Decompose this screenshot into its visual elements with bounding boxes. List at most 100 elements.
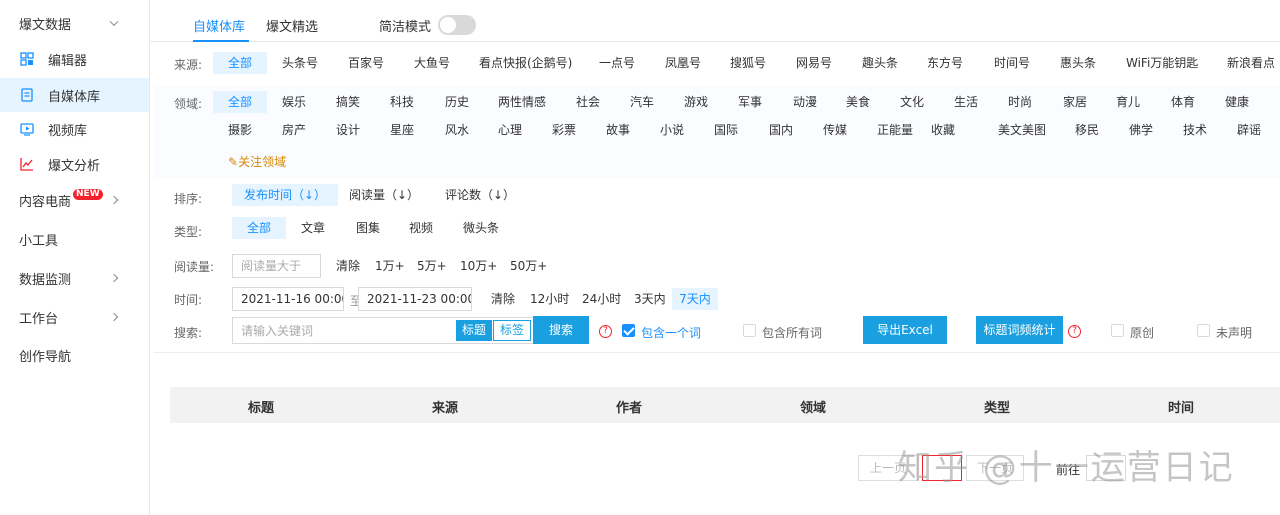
- sidebar-menu-workbench[interactable]: 工作台: [0, 300, 149, 334]
- field-option-5[interactable]: 两性情感: [492, 91, 552, 113]
- field-option-6[interactable]: 社会: [570, 91, 606, 113]
- field-option-row2-7[interactable]: 故事: [600, 119, 636, 141]
- sidebar-item-video-library[interactable]: 视频库: [0, 112, 149, 146]
- sidebar-item-media-library[interactable]: 自媒体库: [0, 78, 149, 112]
- source-option-8[interactable]: 网易号: [790, 52, 838, 74]
- source-option-4[interactable]: 看点快报(企鹅号): [473, 52, 578, 74]
- source-option-7[interactable]: 搜狐号: [724, 52, 772, 74]
- time-option-4[interactable]: 7天内: [672, 288, 718, 310]
- sort-option-0[interactable]: 发布时间（↓）: [232, 184, 338, 206]
- type-option-1[interactable]: 文章: [295, 217, 331, 239]
- sort-option-1[interactable]: 阅读量（↓）: [342, 184, 426, 206]
- field-option-2[interactable]: 搞笑: [330, 91, 366, 113]
- field-option-row2-16[interactable]: 佛学: [1123, 119, 1159, 141]
- sidebar-menu-tools[interactable]: 小工具: [0, 222, 149, 256]
- simple-mode-toggle[interactable]: [438, 15, 476, 35]
- field-option-row2-0[interactable]: 摄影: [222, 119, 258, 141]
- reads-option-0[interactable]: 清除: [330, 255, 366, 277]
- field-option-8[interactable]: 游戏: [678, 91, 714, 113]
- source-option-9[interactable]: 趣头条: [856, 52, 904, 74]
- sidebar-menu-hot-data[interactable]: 爆文数据: [0, 6, 149, 40]
- type-option-3[interactable]: 视频: [403, 217, 439, 239]
- field-option-row2-14[interactable]: 美文美图: [992, 119, 1052, 141]
- source-option-12[interactable]: 惠头条: [1054, 52, 1102, 74]
- field-option-15[interactable]: 家居: [1057, 91, 1093, 113]
- field-option-row2-17[interactable]: 技术: [1177, 119, 1213, 141]
- contains-one-checkbox[interactable]: [622, 324, 635, 337]
- search-scope-tag[interactable]: 标签: [493, 320, 531, 341]
- search-scope-title[interactable]: 标题: [456, 320, 492, 341]
- field-option-row2-10[interactable]: 国内: [763, 119, 799, 141]
- search-button[interactable]: 搜索: [533, 316, 589, 344]
- field-option-1[interactable]: 娱乐: [276, 91, 312, 113]
- sidebar-item-article-analysis[interactable]: 爆文分析: [0, 147, 149, 181]
- tab-media-library[interactable]: 自媒体库: [193, 16, 245, 35]
- reads-threshold-input[interactable]: [232, 254, 321, 278]
- field-option-row2-3[interactable]: 星座: [384, 119, 420, 141]
- follow-field-link[interactable]: ✎关注领域: [228, 153, 286, 170]
- field-option-16[interactable]: 育儿: [1110, 91, 1146, 113]
- sidebar-menu-creation-nav[interactable]: 创作导航: [0, 338, 149, 372]
- sidebar-menu-content-ecommerce[interactable]: 内容电商 NEW: [0, 183, 149, 217]
- field-option-18[interactable]: 健康: [1219, 91, 1255, 113]
- source-option-5[interactable]: 一点号: [593, 52, 641, 74]
- field-option-row2-8[interactable]: 小说: [654, 119, 690, 141]
- active-tab-indicator: [193, 40, 249, 42]
- time-end-input[interactable]: [358, 287, 472, 311]
- time-option-0[interactable]: 清除: [485, 288, 521, 310]
- field-option-row2-1[interactable]: 房产: [276, 119, 312, 141]
- type-option-4[interactable]: 微头条: [457, 217, 505, 239]
- source-option-10[interactable]: 东方号: [921, 52, 969, 74]
- source-option-14[interactable]: 新浪看点: [1221, 52, 1280, 74]
- source-option-6[interactable]: 凤凰号: [659, 52, 707, 74]
- field-option-11[interactable]: 美食: [840, 91, 876, 113]
- sort-option-2[interactable]: 评论数（↓）: [438, 184, 522, 206]
- source-option-0[interactable]: 全部: [213, 52, 267, 74]
- sidebar-item-editor[interactable]: 编辑器: [0, 42, 149, 76]
- field-option-17[interactable]: 体育: [1165, 91, 1201, 113]
- time-start-input[interactable]: [232, 287, 344, 311]
- field-option-12[interactable]: 文化: [894, 91, 930, 113]
- time-option-2[interactable]: 24小时: [576, 288, 627, 310]
- field-option-row2-9[interactable]: 国际: [708, 119, 744, 141]
- original-checkbox[interactable]: [1111, 324, 1124, 337]
- field-option-13[interactable]: 生活: [948, 91, 984, 113]
- field-option-7[interactable]: 汽车: [624, 91, 660, 113]
- field-option-9[interactable]: 军事: [732, 91, 768, 113]
- title-word-stats-button[interactable]: 标题词频统计: [976, 316, 1063, 344]
- time-option-1[interactable]: 12小时: [524, 288, 575, 310]
- field-option-row2-15[interactable]: 移民: [1069, 119, 1105, 141]
- reads-option-4[interactable]: 50万+: [504, 255, 553, 277]
- undeclared-checkbox[interactable]: [1197, 324, 1210, 337]
- field-option-row2-6[interactable]: 彩票: [546, 119, 582, 141]
- export-excel-button[interactable]: 导出Excel: [863, 316, 947, 344]
- field-option-14[interactable]: 时尚: [1002, 91, 1038, 113]
- reads-option-1[interactable]: 1万+: [369, 255, 411, 277]
- help-icon[interactable]: ?: [1068, 325, 1081, 338]
- tab-selected-articles[interactable]: 爆文精选: [266, 16, 318, 35]
- source-option-11[interactable]: 时间号: [988, 52, 1036, 74]
- field-option-row2-2[interactable]: 设计: [330, 119, 366, 141]
- field-option-row2-4[interactable]: 风水: [439, 119, 475, 141]
- type-option-2[interactable]: 图集: [350, 217, 386, 239]
- field-option-row2-12[interactable]: 正能量: [871, 119, 919, 141]
- source-option-1[interactable]: 头条号: [276, 52, 324, 74]
- contains-all-checkbox[interactable]: [743, 324, 756, 337]
- field-option-10[interactable]: 动漫: [787, 91, 823, 113]
- help-icon[interactable]: ?: [599, 325, 612, 338]
- time-option-3[interactable]: 3天内: [628, 288, 672, 310]
- reads-option-2[interactable]: 5万+: [411, 255, 453, 277]
- source-option-3[interactable]: 大鱼号: [408, 52, 456, 74]
- reads-option-3[interactable]: 10万+: [454, 255, 503, 277]
- sidebar-menu-data-monitor[interactable]: 数据监测: [0, 261, 149, 295]
- field-option-row2-5[interactable]: 心理: [492, 119, 528, 141]
- field-option-4[interactable]: 历史: [439, 91, 475, 113]
- field-option-row2-11[interactable]: 传媒: [817, 119, 853, 141]
- source-option-2[interactable]: 百家号: [342, 52, 390, 74]
- field-option-row2-13[interactable]: 收藏: [925, 119, 961, 141]
- field-option-row2-18[interactable]: 辟谣: [1231, 119, 1267, 141]
- field-option-0[interactable]: 全部: [213, 91, 267, 113]
- field-option-3[interactable]: 科技: [384, 91, 420, 113]
- source-option-13[interactable]: WiFi万能钥匙: [1120, 52, 1204, 74]
- type-option-0[interactable]: 全部: [232, 217, 286, 239]
